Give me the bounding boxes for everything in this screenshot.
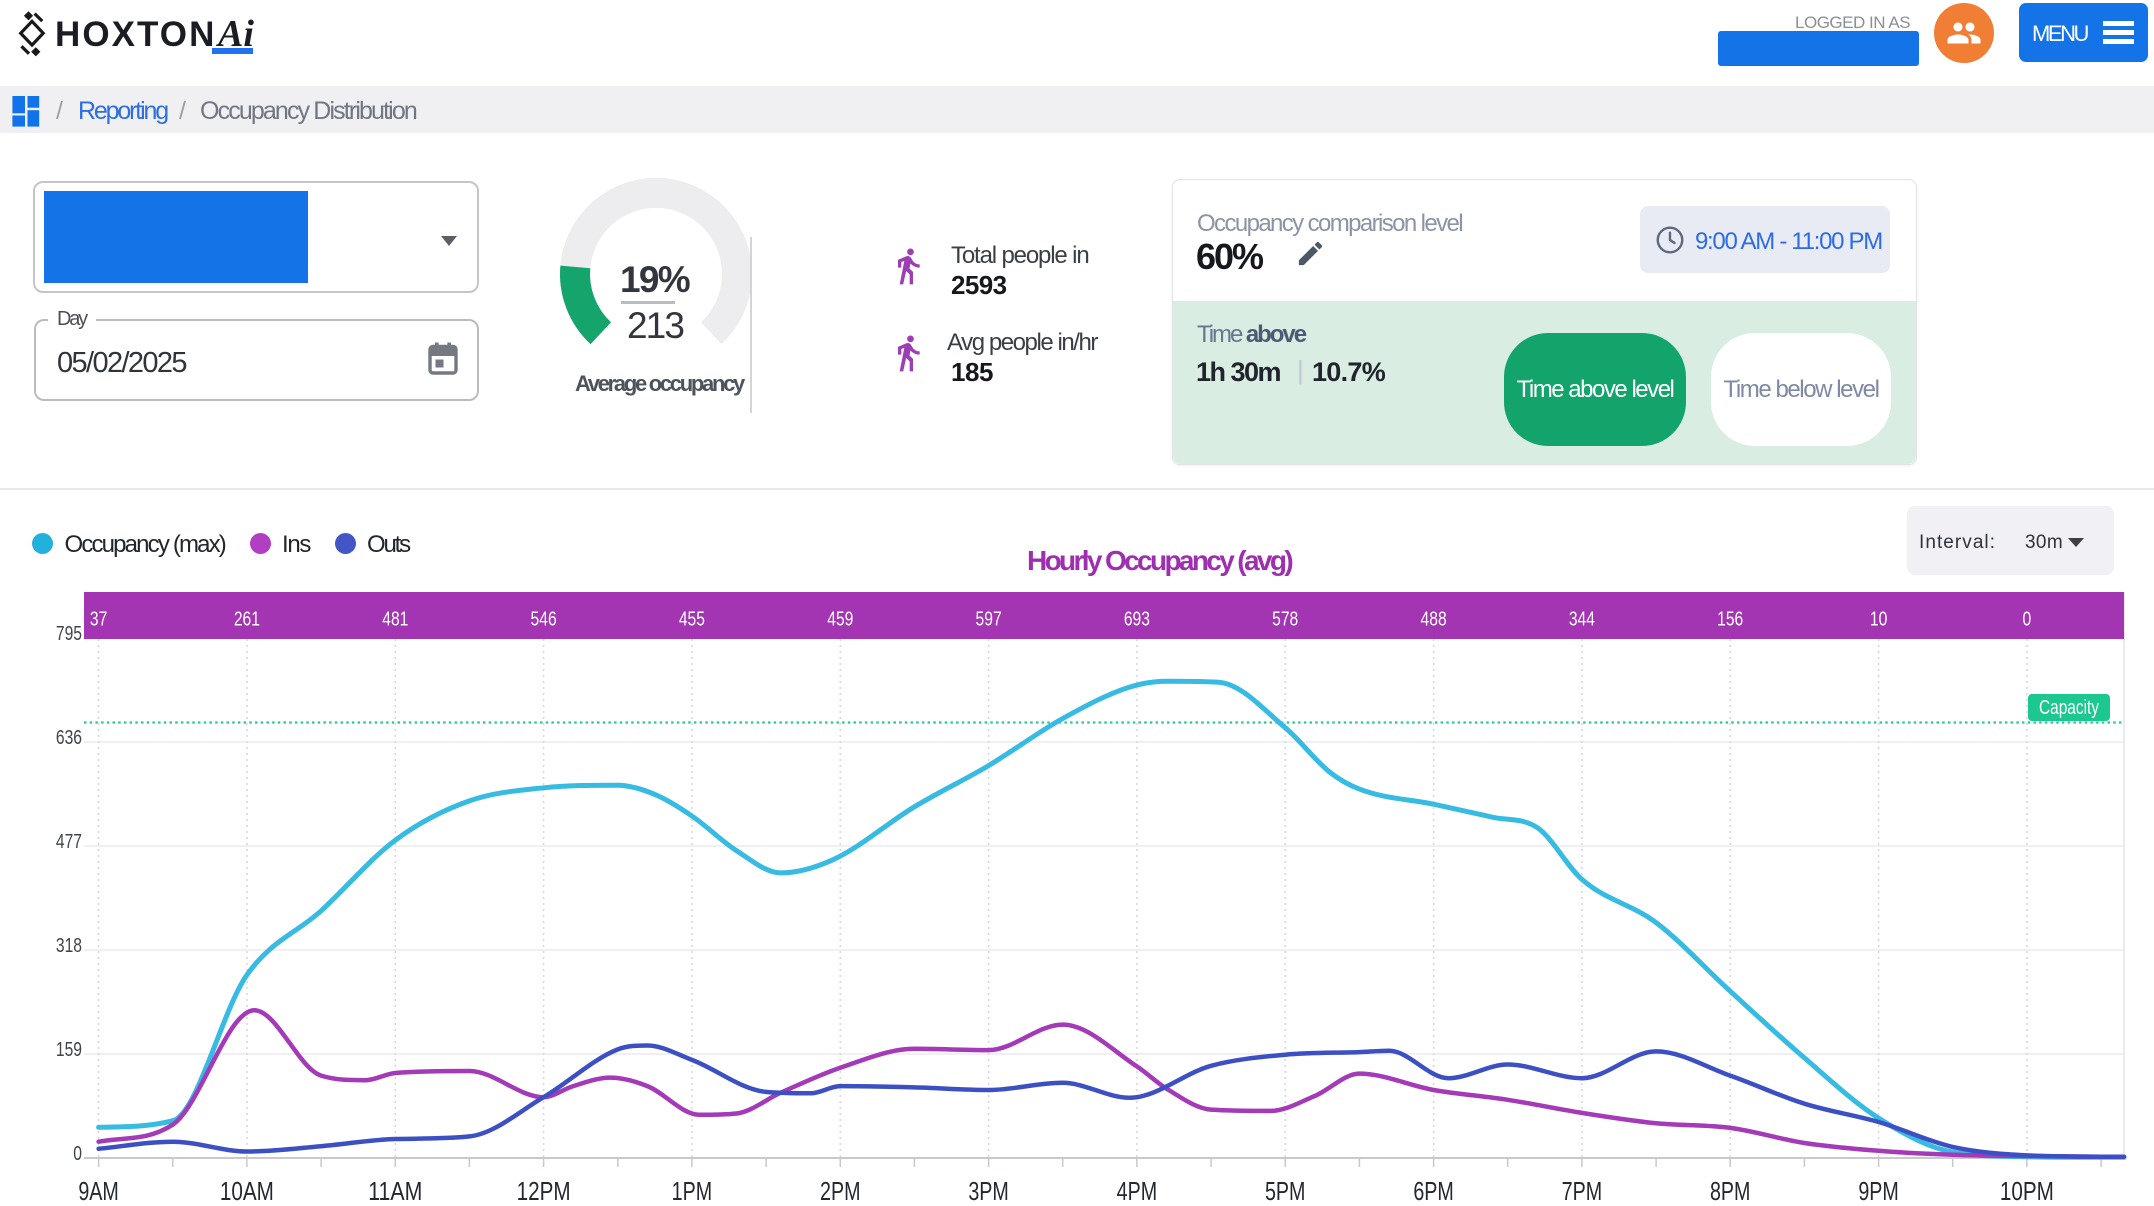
svg-text:3PM: 3PM xyxy=(968,1176,1009,1206)
svg-text:636: 636 xyxy=(56,727,82,749)
svg-text:488: 488 xyxy=(1421,609,1447,631)
svg-text:9AM: 9AM xyxy=(78,1176,119,1206)
svg-text:9PM: 9PM xyxy=(1858,1176,1899,1206)
svg-text:4PM: 4PM xyxy=(1117,1176,1158,1206)
svg-text:455: 455 xyxy=(679,609,705,631)
svg-text:344: 344 xyxy=(1569,609,1595,631)
svg-text:10PM: 10PM xyxy=(2000,1176,2054,1206)
svg-text:578: 578 xyxy=(1272,609,1298,631)
svg-text:481: 481 xyxy=(382,609,408,631)
svg-text:8PM: 8PM xyxy=(1710,1176,1751,1206)
svg-text:0: 0 xyxy=(2023,609,2032,631)
svg-text:0: 0 xyxy=(73,1143,82,1165)
svg-text:12PM: 12PM xyxy=(517,1176,571,1206)
svg-text:318: 318 xyxy=(56,935,82,957)
svg-text:693: 693 xyxy=(1124,609,1150,631)
svg-text:546: 546 xyxy=(531,609,557,631)
svg-text:156: 156 xyxy=(1717,609,1743,631)
svg-text:5PM: 5PM xyxy=(1265,1176,1306,1206)
svg-text:10AM: 10AM xyxy=(220,1176,274,1206)
svg-text:6PM: 6PM xyxy=(1413,1176,1454,1206)
svg-text:597: 597 xyxy=(976,609,1002,631)
svg-text:10: 10 xyxy=(1870,609,1887,631)
svg-text:795: 795 xyxy=(56,623,82,645)
svg-text:37: 37 xyxy=(90,609,107,631)
svg-text:11AM: 11AM xyxy=(368,1176,422,1206)
svg-text:7PM: 7PM xyxy=(1562,1176,1603,1206)
svg-text:2PM: 2PM xyxy=(820,1176,861,1206)
svg-text:261: 261 xyxy=(234,609,260,631)
svg-text:1PM: 1PM xyxy=(672,1176,713,1206)
svg-text:477: 477 xyxy=(56,831,82,853)
svg-text:459: 459 xyxy=(827,609,853,631)
svg-text:159: 159 xyxy=(56,1039,82,1061)
svg-text:Capacity: Capacity xyxy=(2039,697,2099,719)
